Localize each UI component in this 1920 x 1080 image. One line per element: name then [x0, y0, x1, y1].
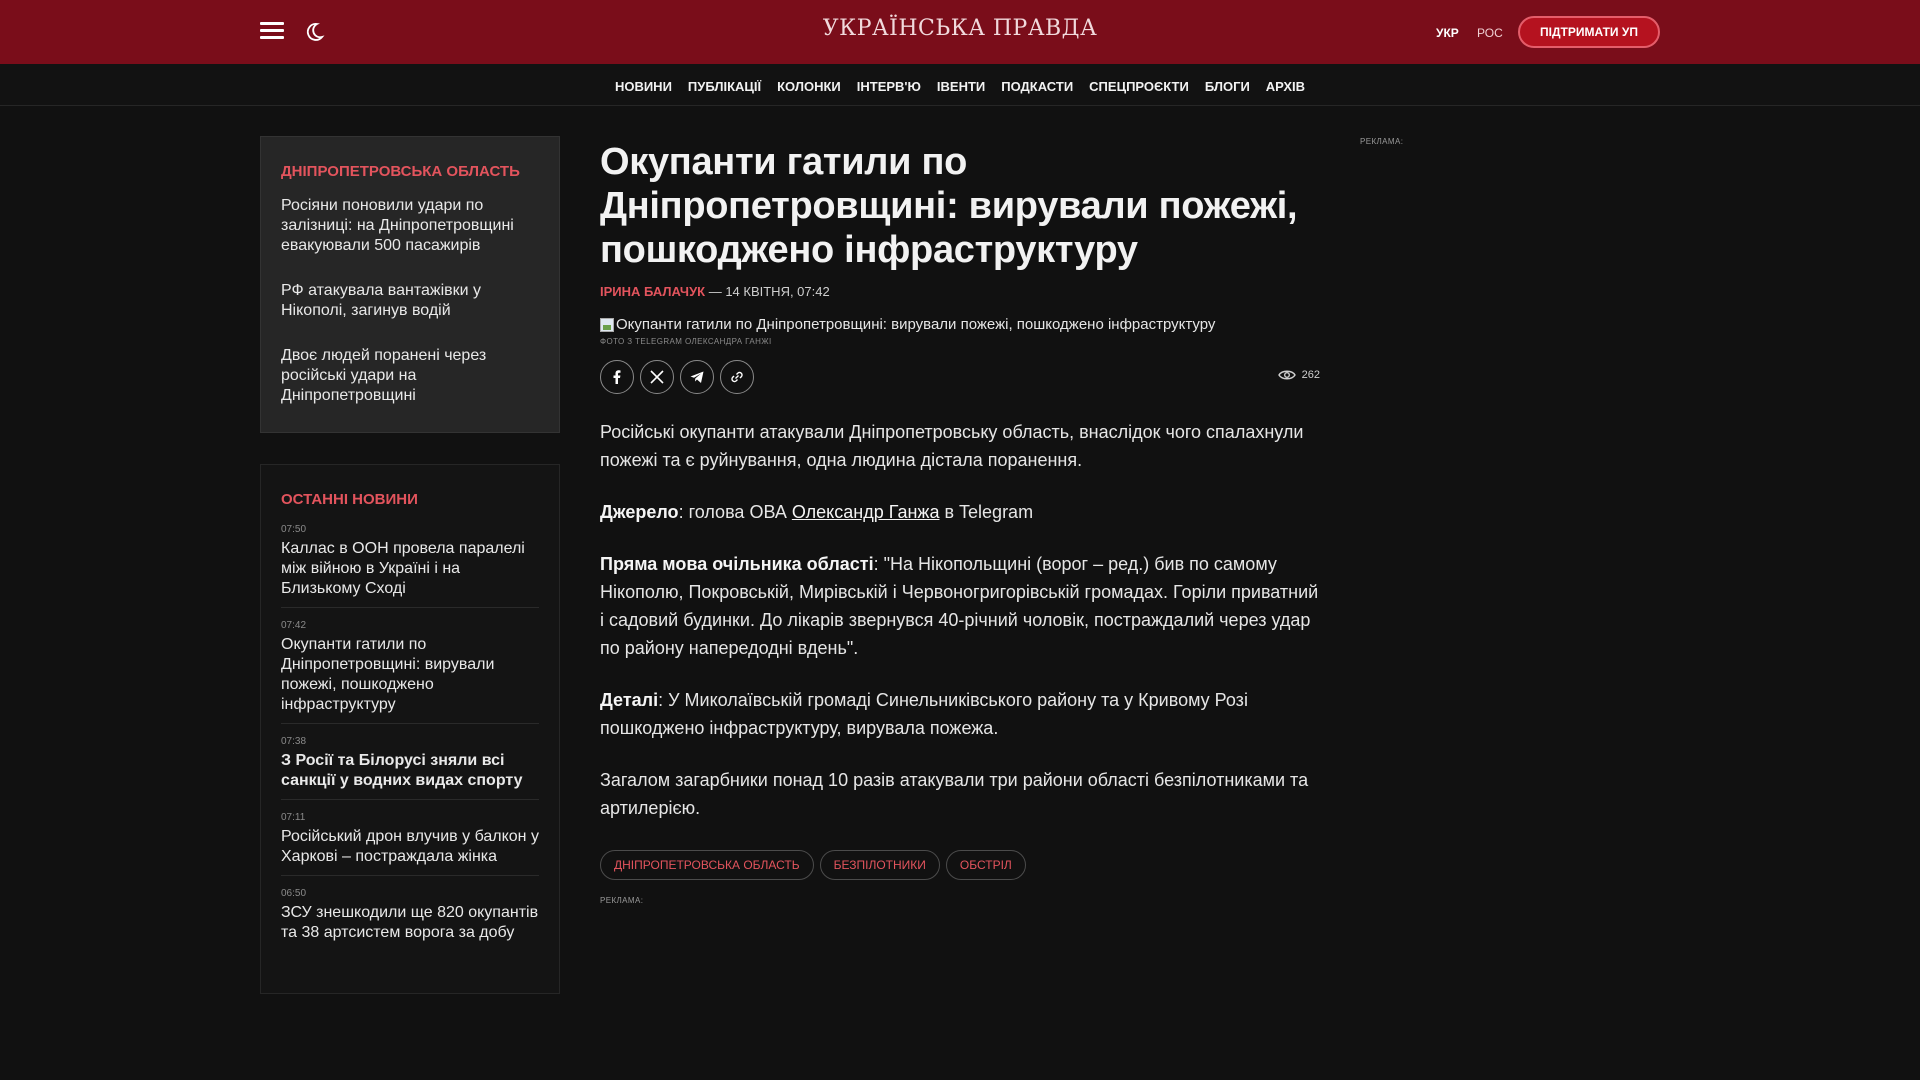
- menu-icon[interactable]: [260, 22, 284, 42]
- article-image: Окупанти гатили по Дніпропетровщині: вир…: [600, 316, 1320, 333]
- support-button[interactable]: ПІДТРИМАТИ УП: [1518, 16, 1660, 48]
- news-time: 07:38: [281, 736, 307, 747]
- moon-icon[interactable]: [302, 20, 326, 44]
- site-logo[interactable]: УКРАЇНСЬКА ПРАВДА: [760, 16, 1160, 41]
- x-icon[interactable]: [640, 360, 674, 394]
- article-title: Окупанти гатили по Дніпропетровщині: вир…: [600, 141, 1298, 271]
- nav-item-interviews[interactable]: ІНТЕРВ'Ю: [857, 79, 921, 94]
- latest-title[interactable]: ОСТАННІ НОВИНИ: [281, 491, 539, 508]
- site-header: УКРАЇНСЬКА ПРАВДА УКР РОС ПІДТРИМАТИ УП: [0, 0, 1920, 64]
- author-link[interactable]: ІРИНА БАЛАЧУК: [600, 284, 705, 299]
- source-label: Джерело: [600, 502, 679, 522]
- article-date: — 14 КВІТНЯ, 07:42: [705, 284, 830, 299]
- nav-item-publications[interactable]: ПУБЛІКАЦІЇ: [688, 79, 761, 94]
- lang-ros-link[interactable]: РОС: [1477, 26, 1503, 40]
- nav-item-news[interactable]: НОВИНИ: [615, 79, 672, 94]
- ad-label: РЕКЛАМА:: [600, 896, 644, 905]
- nav-item-columns[interactable]: КОЛОНКИ: [777, 79, 841, 94]
- latest-news-item[interactable]: 07:42 Окупанти гатили по Дніпропетровщин…: [281, 620, 539, 724]
- nav-item-events[interactable]: ІВЕНТИ: [937, 79, 985, 94]
- news-title[interactable]: ЗСУ знешкодили ще 820 окупантів та 38 ар…: [281, 903, 539, 943]
- source-post: в Telegram: [939, 502, 1034, 522]
- tag-item[interactable]: ДНІПРОПЕТРОВСЬКА ОБЛАСТЬ: [600, 850, 814, 880]
- region-news-item[interactable]: РФ атакувала вантажівки у Нікополі, заги…: [281, 281, 539, 321]
- details-text: : У Миколаївській громаді Синельниківськ…: [600, 690, 1248, 738]
- article-details: Деталі: У Миколаївській громаді Синельни…: [600, 686, 1320, 742]
- article-byline: ІРИНА БАЛАЧУК — 14 КВІТНЯ, 07:42: [600, 284, 1320, 299]
- nav-item-podcasts[interactable]: ПОДКАСТИ: [1001, 79, 1073, 94]
- views-counter: 262: [1277, 369, 1320, 381]
- nav-item-blogs[interactable]: БЛОГИ: [1205, 79, 1250, 94]
- nav-item-specprojects[interactable]: СПЕЦПРОЄКТИ: [1089, 79, 1189, 94]
- latest-news-block: ОСТАННІ НОВИНИ 07:50 Каллас в ООН провел…: [260, 464, 560, 994]
- image-alt-text: Окупанти гатили по Дніпропетровщині: вир…: [616, 316, 1216, 333]
- news-time: 07:11: [281, 812, 306, 823]
- article-lead: Російські окупанти атакували Дніпропетро…: [600, 422, 1304, 470]
- link-icon[interactable]: [720, 360, 754, 394]
- region-news-item[interactable]: Росіяни поновили удари по залізниці: на …: [281, 196, 539, 256]
- region-news-block: ДНІПРОПЕТРОВСЬКА ОБЛАСТЬ Росіяни поновил…: [260, 136, 560, 433]
- quote-label: Пряма мова очільника області: [600, 554, 874, 574]
- eye-icon: [1277, 370, 1296, 380]
- facebook-icon[interactable]: [600, 360, 634, 394]
- latest-news-item[interactable]: 06:50 ЗСУ знешкодили ще 820 окупантів та…: [281, 888, 539, 951]
- views-count: 262: [1301, 369, 1320, 381]
- news-title[interactable]: З Росії та Білорусі зняли всі санкції у …: [281, 751, 539, 791]
- news-title[interactable]: Російський дрон влучив у балкон у Харков…: [281, 827, 539, 867]
- share-bar: 262: [600, 360, 1320, 394]
- latest-news-item[interactable]: 07:11 Російський дрон влучив у балкон у …: [281, 812, 539, 876]
- news-time: 07:50: [281, 524, 307, 535]
- tag-list: ДНІПРОПЕТРОВСЬКА ОБЛАСТЬ БЕЗПІЛОТНИКИ ОБ…: [600, 850, 1320, 880]
- photo-credit: ФОТО З TELEGRAM ОЛЕКСАНДРА ГАНЖІ: [600, 337, 772, 346]
- main-nav: НОВИНИ ПУБЛІКАЦІЇ КОЛОНКИ ІНТЕРВ'Ю ІВЕНТ…: [0, 64, 1920, 106]
- region-news-item[interactable]: Двоє людей поранені через російські удар…: [281, 346, 539, 406]
- latest-news-item[interactable]: 07:50 Каллас в ООН провела паралелі між …: [281, 524, 539, 608]
- telegram-icon[interactable]: [680, 360, 714, 394]
- article: Окупанти гатили по Дніпропетровщині: вир…: [600, 140, 1320, 905]
- tag-item[interactable]: БЕЗПІЛОТНИКИ: [819, 850, 940, 880]
- source-link[interactable]: Олександр Ганжа: [792, 502, 940, 522]
- article-source: Джерело: голова ОВА Олександр Ганжа в Te…: [600, 498, 1320, 526]
- nav-item-archive[interactable]: АРХІВ: [1266, 79, 1305, 94]
- image-icon: [600, 317, 614, 332]
- article-quote: Пряма мова очільника області: "На Нікопо…: [600, 550, 1320, 662]
- details-label: Деталі: [600, 690, 659, 710]
- news-time: 06:50: [281, 888, 307, 899]
- news-time: 07:42: [281, 620, 307, 631]
- article-summary: Загалом загарбники понад 10 разів атакув…: [600, 770, 1309, 818]
- source-pre: : голова ОВА: [678, 502, 792, 522]
- lang-ukr-link[interactable]: УКР: [1436, 26, 1459, 40]
- latest-news-item[interactable]: 07:38 З Росії та Білорусі зняли всі санк…: [281, 736, 539, 800]
- news-title[interactable]: Окупанти гатили по Дніпропетровщині: вир…: [281, 635, 539, 715]
- ad-label: РЕКЛАМА:: [1360, 137, 1404, 146]
- region-title[interactable]: ДНІПРОПЕТРОВСЬКА ОБЛАСТЬ: [281, 163, 539, 180]
- news-title[interactable]: Каллас в ООН провела паралелі між війною…: [281, 539, 539, 599]
- tag-item[interactable]: ОБСТРІЛ: [945, 850, 1026, 880]
